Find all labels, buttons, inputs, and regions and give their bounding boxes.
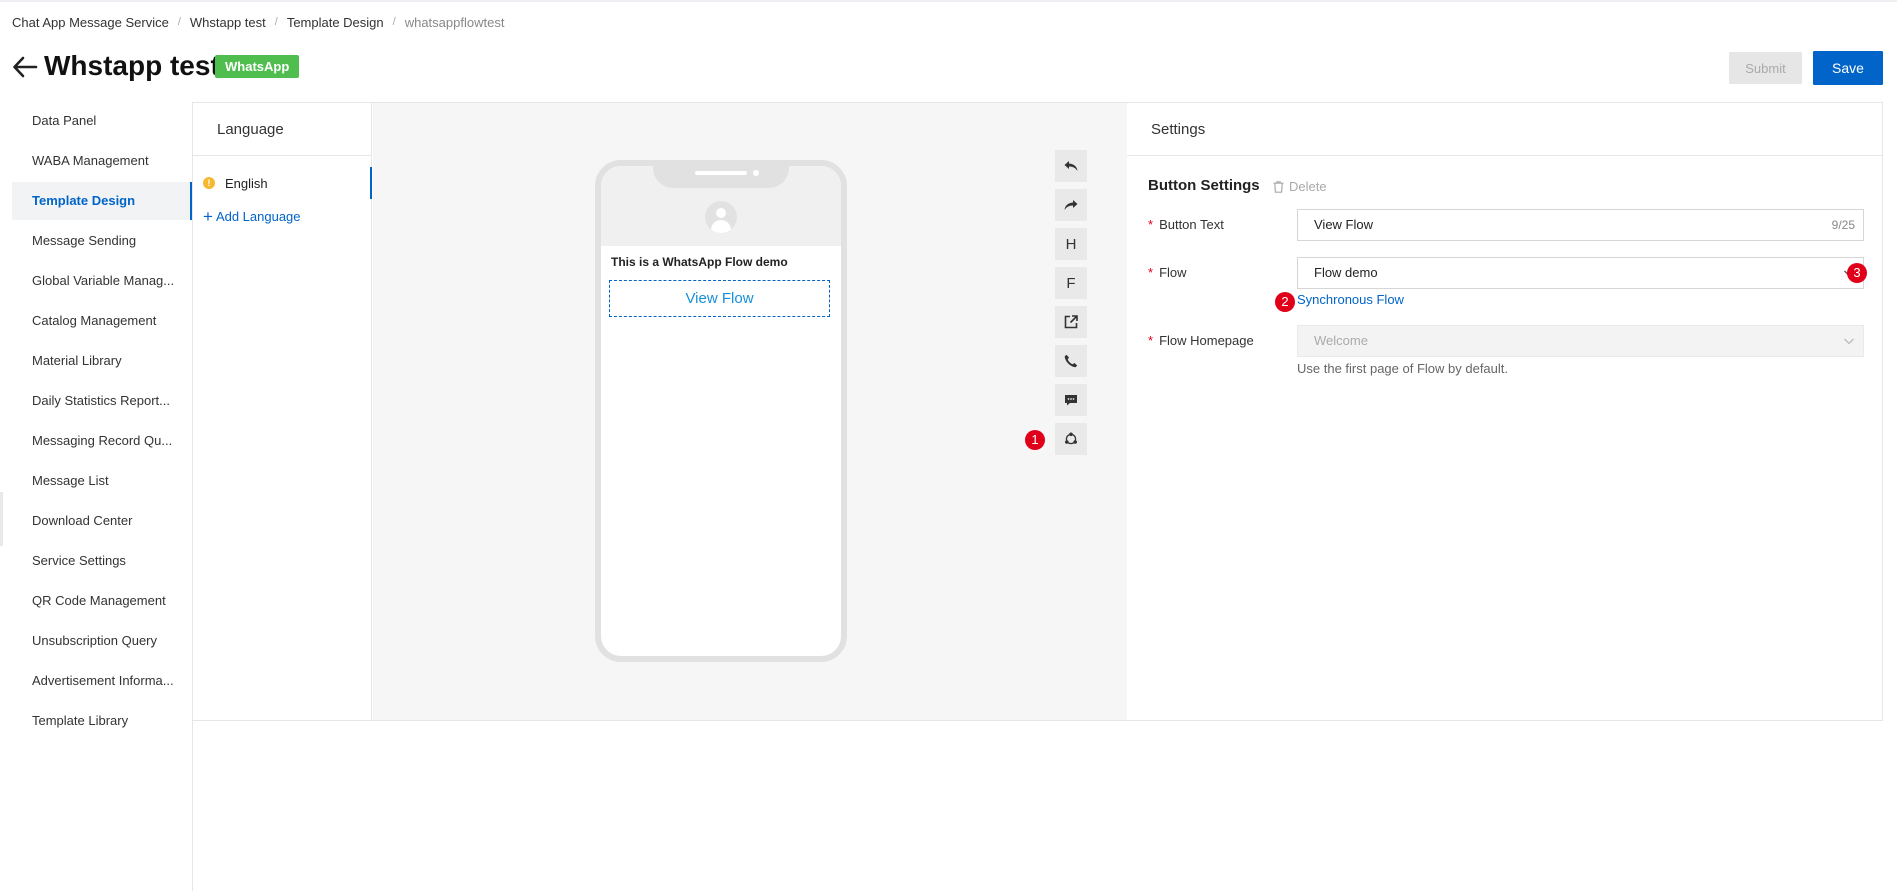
sidebar-item-messaging-record-query[interactable]: Messaging Record Qu... <box>12 422 192 460</box>
footer-tool-button[interactable]: F <box>1055 267 1087 299</box>
trash-icon <box>1273 180 1284 193</box>
avatar <box>705 201 737 233</box>
sidebar-item-qr-code-management[interactable]: QR Code Management <box>12 582 192 620</box>
template-editor: Language ! English + Add Language This i… <box>193 102 1883 721</box>
character-counter: 9/25 <box>1831 218 1855 232</box>
sidebar-item-global-variable-management[interactable]: Global Variable Manag... <box>12 262 192 300</box>
annotation-marker-3: 3 <box>1847 263 1867 283</box>
breadcrumb-separator: / <box>392 16 396 28</box>
sidebar-item-service-settings[interactable]: Service Settings <box>12 542 192 580</box>
synchronous-flow-link[interactable]: Synchronous Flow <box>1297 292 1404 307</box>
header-tool-button[interactable]: H <box>1055 228 1087 260</box>
url-button-tool[interactable] <box>1055 306 1087 338</box>
sidebar-item-data-panel[interactable]: Data Panel <box>12 102 192 140</box>
breadcrumb-separator: / <box>177 16 181 28</box>
phone-notch <box>653 166 789 188</box>
chevron-down-icon <box>1844 338 1854 345</box>
annotation-marker-1: 1 <box>1025 430 1045 450</box>
delete-label: Delete <box>1289 179 1327 194</box>
sidebar-item-template-design[interactable]: Template Design <box>12 182 192 220</box>
button-text-input[interactable]: View Flow 9/25 <box>1297 209 1864 241</box>
sidebar-item-material-library[interactable]: Material Library <box>12 342 192 380</box>
flow-button-tool[interactable] <box>1055 423 1087 455</box>
language-panel: Language ! English + Add Language <box>193 103 372 720</box>
sidebar-item-waba-management[interactable]: WABA Management <box>12 142 192 180</box>
flow-homepage-select[interactable]: Welcome <box>1297 325 1864 357</box>
phone-camera <box>753 170 759 176</box>
breadcrumb-whstapp-test[interactable]: Whstapp test <box>190 15 266 30</box>
settings-panel-title: Settings <box>1127 103 1882 156</box>
flow-select-value: Flow demo <box>1314 265 1378 280</box>
sidebar-item-daily-statistics-report[interactable]: Daily Statistics Report... <box>12 382 192 420</box>
annotation-marker-2: 2 <box>1275 292 1295 312</box>
sidebar-item-message-list[interactable]: Message List <box>12 462 192 500</box>
language-item-english[interactable]: ! English <box>193 167 372 199</box>
breadcrumb-template-design[interactable]: Template Design <box>287 15 384 30</box>
breadcrumb-separator: / <box>274 16 278 28</box>
sidebar-item-catalog-management[interactable]: Catalog Management <box>12 302 192 340</box>
save-button[interactable]: Save <box>1813 51 1883 85</box>
settings-panel: Settings Button Settings Delete * Button … <box>1127 103 1882 720</box>
channel-badge: WhatsApp <box>215 55 300 78</box>
flow-select[interactable]: Flow demo <box>1297 257 1864 289</box>
view-flow-preview-button[interactable]: View Flow <box>609 280 830 317</box>
back-arrow-icon[interactable] <box>12 54 38 80</box>
delete-button[interactable]: Delete <box>1273 179 1327 194</box>
flow-icon <box>1065 432 1077 445</box>
redo-button[interactable] <box>1055 189 1087 221</box>
quick-reply-tool[interactable] <box>1055 384 1087 416</box>
undo-button[interactable] <box>1055 150 1087 182</box>
external-link-icon <box>1064 315 1078 329</box>
language-panel-title: Language <box>193 103 371 156</box>
sidebar: Data Panel WABA Management Template Desi… <box>0 102 193 891</box>
flow-homepage-label: * Flow Homepage <box>1148 333 1254 348</box>
flow-label: * Flow <box>1148 265 1187 280</box>
sidebar-item-template-library[interactable]: Template Library <box>12 702 192 740</box>
sidebar-item-download-center[interactable]: Download Center <box>12 502 192 540</box>
preview-area: This is a WhatsApp Flow demo View Flow H… <box>373 103 1127 720</box>
flow-homepage-placeholder: Welcome <box>1314 333 1368 348</box>
top-divider <box>0 0 1897 2</box>
page-title: Whstapp test <box>44 50 220 81</box>
phone-header <box>601 166 841 246</box>
chat-icon <box>1065 395 1077 406</box>
button-settings-title: Button Settings <box>1148 177 1260 194</box>
sidebar-item-advertisement-information[interactable]: Advertisement Informa... <box>12 662 192 700</box>
forward-icon <box>1064 200 1078 210</box>
reply-icon <box>1064 161 1078 171</box>
flow-homepage-help-text: Use the first page of Flow by default. <box>1297 361 1508 376</box>
button-text-value: View Flow <box>1314 217 1374 232</box>
add-language-button[interactable]: + Add Language <box>203 206 301 226</box>
breadcrumb-current: whatsappflowtest <box>404 14 505 30</box>
warning-icon: ! <box>203 177 215 189</box>
plus-icon: + <box>203 206 213 226</box>
breadcrumb-chat-app-message-service[interactable]: Chat App Message Service <box>12 15 169 30</box>
phone-icon <box>1064 354 1078 368</box>
phone-button-tool[interactable] <box>1055 345 1087 377</box>
language-item-label: English <box>225 175 268 191</box>
breadcrumb: Chat App Message Service / Whstapp test … <box>12 13 504 31</box>
add-language-label: Add Language <box>215 208 301 224</box>
sidebar-item-message-sending[interactable]: Message Sending <box>12 222 192 260</box>
sidebar-scroll-indicator <box>0 492 3 546</box>
sidebar-item-unsubscription-query[interactable]: Unsubscription Query <box>12 622 192 660</box>
button-text-label: * Button Text <box>1148 217 1224 232</box>
submit-button[interactable]: Submit <box>1729 52 1802 84</box>
phone-preview: This is a WhatsApp Flow demo View Flow <box>595 160 847 662</box>
phone-speaker <box>695 171 747 175</box>
message-body-text: This is a WhatsApp Flow demo <box>611 255 788 269</box>
